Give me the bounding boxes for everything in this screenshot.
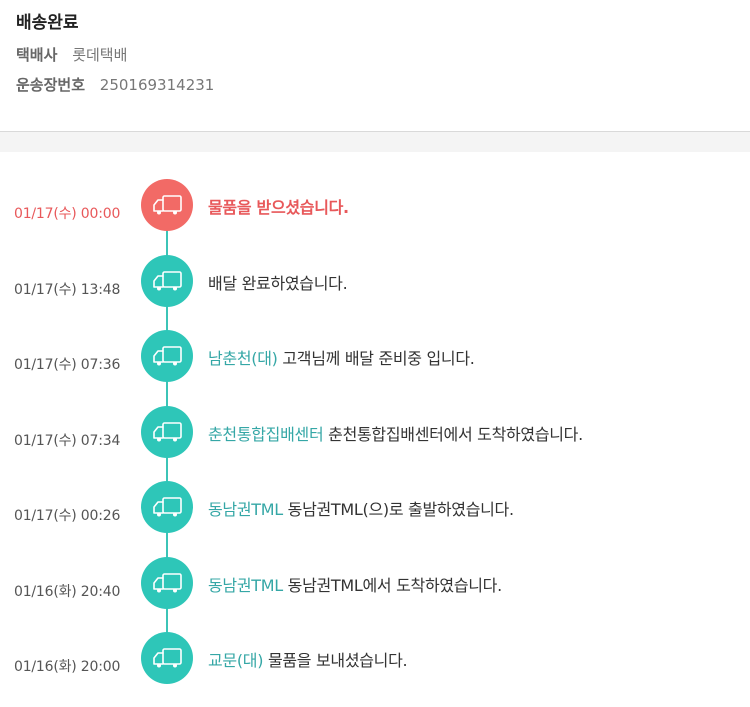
- event-time: 01/17(수) 13:48: [14, 281, 121, 298]
- event-location: 교문(대): [208, 651, 264, 670]
- event-description: 교문(대) 물품을 보내셨습니다.: [208, 647, 408, 671]
- event-time: 01/17(수) 00:00: [14, 206, 121, 222]
- tracking-number: 250169314231: [99, 76, 215, 94]
- tracking-timeline: 01/17(수) 00:00 물품을 받으셨습니다. 01/17(수) 13:48 배…: [0, 152, 750, 707]
- timeline-event: 01/17(수) 07:36 남춘천(대) 고객님께 배달 준비중 입니다.: [0, 325, 750, 385]
- event-message: 춘천통합집배센터에서 도착하였습니다.: [328, 424, 583, 444]
- event-time: 01/17(수) 07:36: [14, 357, 121, 373]
- truck-icon: [141, 481, 193, 533]
- timeline-event: 01/16(화) 20:40 동남권TML 동남권TML에서 도착하였습니다.: [0, 552, 750, 612]
- event-time: 01/17(수) 00:26: [14, 508, 121, 524]
- courier-row: 택배사 롯데택배: [16, 45, 734, 65]
- truck-icon: [141, 179, 193, 231]
- event-description: 남춘천(대) 고객님께 배달 준비중 입니다.: [208, 345, 475, 369]
- tracking-label: 운송장번호: [16, 76, 86, 94]
- event-message: 고객님께 배달 준비중 입니다.: [282, 349, 475, 368]
- event-time: 01/16(화) 20:00: [14, 659, 121, 675]
- event-time: 01/16(화) 20:40: [14, 583, 121, 600]
- event-description: 동남권TML 동남권TML(으)로 출발하였습니다.: [208, 496, 514, 520]
- event-message: 동남권TML(으)로 출발하였습니다.: [287, 500, 514, 519]
- event-message: 물품을 보내셨습니다.: [267, 651, 408, 670]
- timeline-event: 01/17(수) 00:26 동남권TML 동남권TML(으)로 출발하였습니다.: [0, 476, 750, 536]
- event-description: 춘천통합집배센터 춘천통합집배센터에서 도착하였습니다.: [208, 421, 583, 445]
- event-location: 춘천통합집배센터: [208, 424, 324, 444]
- truck-icon: [141, 330, 193, 382]
- timeline-event: 01/16(화) 20:00 교문(대) 물품을 보내셨습니다.: [0, 627, 750, 687]
- delivery-status-title: 배송완료: [16, 13, 79, 33]
- event-location: 동남권TML: [208, 575, 283, 595]
- truck-icon: [141, 556, 193, 609]
- event-description: 물품을 받으셨습니다.: [208, 194, 349, 218]
- timeline-event: 01/17(수) 07:34 춘천통합집배센터 춘천통합집배센터에서 도착하였습니…: [0, 401, 750, 461]
- event-message: 동남권TML에서 도착하였습니다.: [287, 575, 503, 595]
- event-location: 동남권TML: [208, 500, 283, 519]
- event-message: 배달 완료하였습니다.: [208, 273, 348, 293]
- event-time: 01/17(수) 07:34: [14, 432, 121, 449]
- delivery-header: 배송완료 택배사 롯데택배 운송장번호 250169314231: [0, 0, 750, 119]
- tracking-row: 운송장번호 250169314231: [16, 75, 734, 95]
- event-message: 물품을 받으셨습니다.: [208, 198, 349, 217]
- event-location: 남춘천(대): [208, 349, 278, 368]
- truck-icon: [141, 254, 193, 307]
- timeline-event: 01/17(수) 13:48 배달 완료하였습니다.: [0, 250, 750, 310]
- timeline-event: 01/17(수) 00:00 물품을 받으셨습니다.: [0, 174, 750, 234]
- event-description: 동남권TML 동남권TML에서 도착하였습니다.: [208, 572, 502, 596]
- truck-icon: [141, 405, 193, 458]
- courier-value: 롯데택배: [72, 46, 128, 64]
- courier-label: 택배사: [16, 46, 58, 64]
- section-separator: [0, 132, 750, 152]
- truck-icon: [141, 632, 193, 684]
- event-description: 배달 완료하였습니다.: [208, 270, 348, 294]
